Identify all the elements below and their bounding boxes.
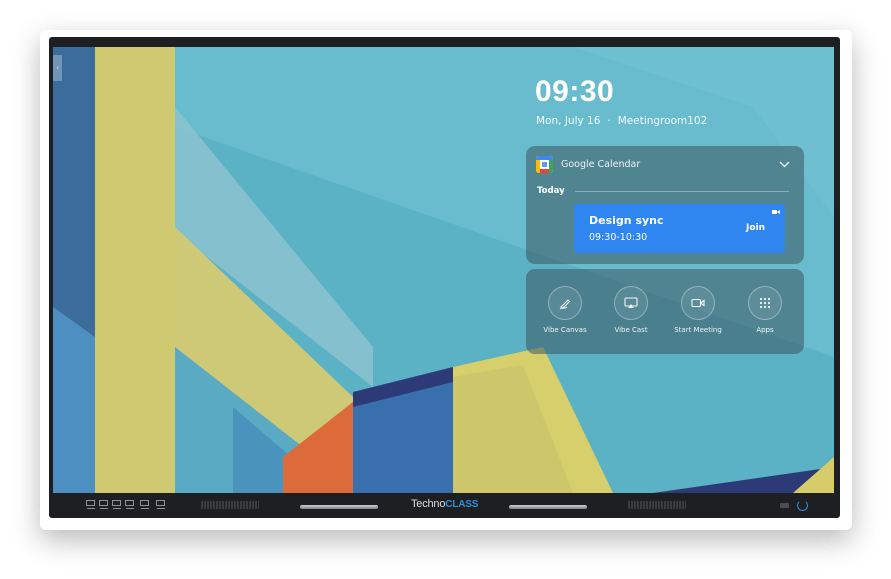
hardware-button[interactable] <box>112 500 121 510</box>
google-calendar-icon <box>536 156 553 173</box>
cast-icon <box>614 286 648 320</box>
brand-text-2: CLASS <box>445 499 479 510</box>
event-card[interactable]: Design sync 09:30-10:30 Join <box>574 204 785 253</box>
join-button[interactable]: Join <box>746 223 765 233</box>
divider-line <box>574 190 789 192</box>
action-vibe-cast[interactable]: Vibe Cast <box>596 286 666 334</box>
clock-time: 09:30 <box>535 75 615 108</box>
video-icon <box>772 210 780 214</box>
hardware-button[interactable] <box>99 500 108 510</box>
front-panel: TechnoCLASS <box>53 496 834 515</box>
date-room-line: Mon, July 16 · Meetingroom102 <box>536 115 707 127</box>
event-title: Design sync <box>589 214 664 227</box>
action-label: Start Meeting <box>674 326 722 334</box>
hardware-button[interactable] <box>156 500 165 510</box>
pen-tray-left <box>300 505 378 509</box>
today-divider: Today <box>537 186 789 196</box>
action-start-meeting[interactable]: Start Meeting <box>663 286 733 334</box>
action-label: Vibe Cast <box>614 326 648 334</box>
speaker-grille-left <box>201 501 259 509</box>
home-screen: ‹ 09:30 Mon, July 16 · Meetingroom102 Go… <box>53 47 834 493</box>
brand-logo: TechnoCLASS <box>411 498 478 510</box>
grid-icon <box>748 286 782 320</box>
pen-tray-right <box>509 505 587 509</box>
date-text: Mon, July 16 <box>536 115 601 127</box>
hardware-button[interactable] <box>140 500 149 510</box>
brand-text-1: Techno <box>411 498 446 510</box>
hardware-button[interactable] <box>86 500 95 510</box>
separator-dot: · <box>607 115 611 127</box>
action-apps[interactable]: Apps <box>730 286 800 334</box>
action-vibe-canvas[interactable]: Vibe Canvas <box>530 286 600 334</box>
hardware-button[interactable] <box>125 500 134 510</box>
room-name: Meetingroom102 <box>617 115 708 127</box>
speaker-grille-right <box>628 501 686 509</box>
quick-actions-card: Vibe Canvas Vibe Cast Start Meeting Apps <box>526 269 804 354</box>
action-label: Vibe Canvas <box>543 326 587 334</box>
light-sensor <box>780 503 789 508</box>
event-time: 09:30-10:30 <box>589 232 648 243</box>
pen-icon <box>548 286 582 320</box>
calendar-card: Google Calendar Today Design sync 09:30-… <box>526 146 804 264</box>
today-label: Today <box>537 186 565 196</box>
power-icon[interactable] <box>797 500 808 511</box>
side-panel-handle[interactable]: ‹ <box>53 55 62 81</box>
video-camera-icon <box>681 286 715 320</box>
calendar-app-name: Google Calendar <box>561 159 641 170</box>
calendar-header: Google Calendar <box>536 156 640 173</box>
chevron-down-icon[interactable] <box>778 158 790 170</box>
action-label: Apps <box>756 326 774 334</box>
